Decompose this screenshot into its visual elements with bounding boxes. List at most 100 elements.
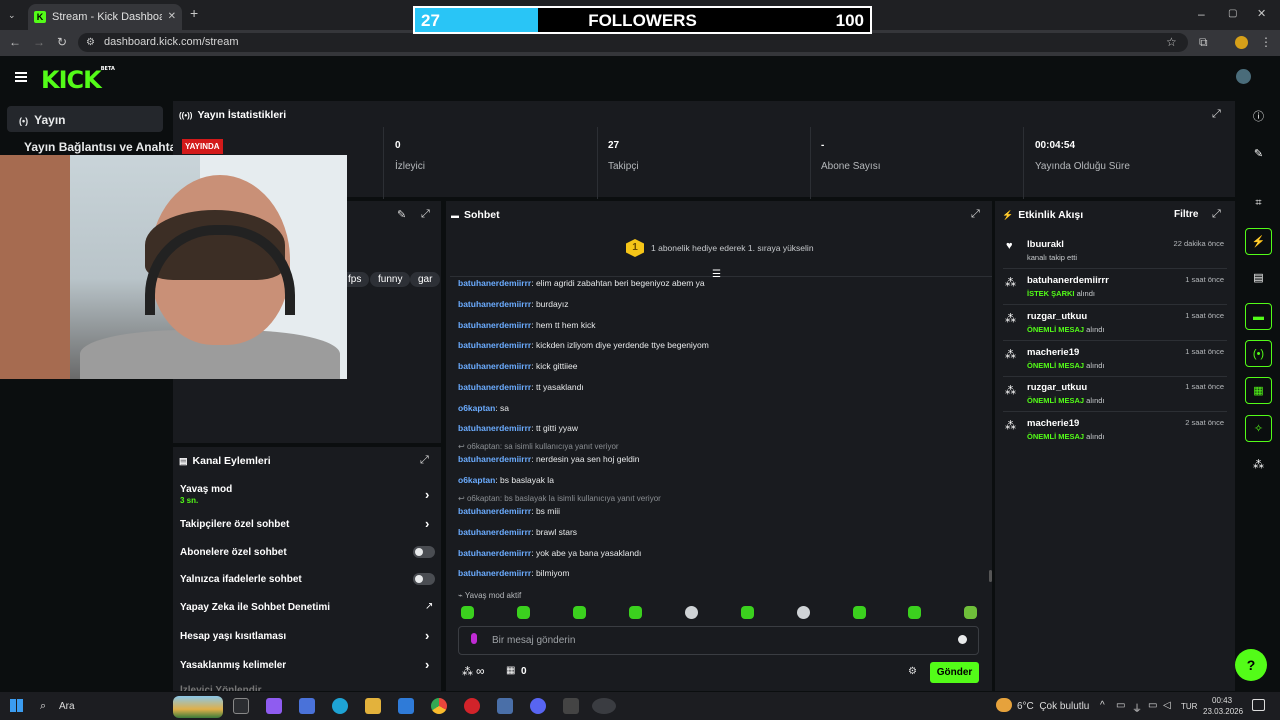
chat-username[interactable]: batuhanerdemiirrr xyxy=(458,506,531,516)
screen-capture-icon[interactable]: ⌗ xyxy=(1245,190,1272,217)
chat-username[interactable]: batuhanerdemiirrr xyxy=(458,382,531,392)
notifications-icon[interactable] xyxy=(1252,699,1265,711)
chat-username[interactable]: batuhanerdemiirrr xyxy=(458,361,531,371)
action-followers-only[interactable]: Takipçilere özel sohbet xyxy=(180,519,289,530)
action-subscribers-only[interactable]: Abonelere özel sohbet xyxy=(180,547,287,558)
edit-pencil-icon[interactable]: ✎ xyxy=(1245,141,1272,168)
usb-icon[interactable]: ⏚ xyxy=(1132,700,1142,715)
sidebar-item-yayin[interactable]: (•) Yayın xyxy=(7,106,163,132)
subscribers-only-toggle[interactable] xyxy=(413,546,435,558)
site-info-icon[interactable]: ⚙ xyxy=(86,37,95,49)
app-icon[interactable] xyxy=(563,698,579,714)
forward-icon[interactable]: → xyxy=(33,36,45,48)
action-slow-mode[interactable]: Yavaş mod xyxy=(180,484,232,495)
tray-chevron-icon[interactable]: ^ xyxy=(1100,700,1105,711)
chat-bubble-icon[interactable]: ▬ xyxy=(1245,303,1272,330)
chat-username[interactable]: o6kaptan xyxy=(458,475,495,485)
event-username[interactable]: macherie19 xyxy=(1027,418,1079,429)
file-explorer-icon[interactable] xyxy=(365,698,381,714)
chat-username[interactable]: batuhanerdemiirrr xyxy=(458,278,531,288)
copilot-icon[interactable] xyxy=(266,698,282,714)
app-icon[interactable] xyxy=(497,698,513,714)
clock-date[interactable]: 23.03.2026 xyxy=(1203,707,1243,716)
chevron-right-icon[interactable]: › xyxy=(425,516,429,531)
emote-only-toggle[interactable] xyxy=(413,573,435,585)
search-icon[interactable]: ⌕ xyxy=(40,700,46,713)
emote-icon[interactable] xyxy=(517,606,530,619)
close-window-icon[interactable]: ✕ xyxy=(1257,8,1266,20)
chat-username[interactable]: batuhanerdemiirrr xyxy=(458,568,531,578)
broadcast-icon[interactable]: (•) xyxy=(1245,340,1272,367)
chat-message-input[interactable]: Bir mesaj gönderin xyxy=(458,626,979,655)
document-icon[interactable]: ▤ xyxy=(1245,265,1272,292)
reload-icon[interactable]: ↻ xyxy=(57,36,67,48)
mic-icon[interactable] xyxy=(471,633,477,644)
chevron-right-icon[interactable]: › xyxy=(425,487,429,502)
info-icon[interactable]: ⓘ xyxy=(1245,104,1272,131)
chat-username[interactable]: batuhanerdemiirrr xyxy=(458,320,531,330)
expand-actions-icon[interactable]: ⤢ xyxy=(420,454,429,467)
action-raid[interactable]: İzleyici Yönlendir xyxy=(180,685,262,691)
chrome-icon[interactable] xyxy=(431,698,447,714)
tab-list-icon[interactable]: ⌄ xyxy=(8,9,16,21)
chat-scroll-toggle-icon[interactable]: ☰ xyxy=(712,269,721,280)
expand-activity-icon[interactable]: ⤢ xyxy=(1212,208,1221,221)
restore-icon[interactable]: ▢ xyxy=(1228,8,1237,20)
chevron-right-icon[interactable]: › xyxy=(425,657,429,672)
wrench-icon[interactable]: ✧ xyxy=(1245,415,1272,442)
gift-icon[interactable]: ▦ xyxy=(506,665,515,676)
expand-stream-info-icon[interactable]: ⤢ xyxy=(421,208,430,221)
event-username[interactable]: ruzgar_utkuu xyxy=(1027,382,1087,393)
filter-button[interactable]: Filtre xyxy=(1174,209,1198,220)
back-icon[interactable]: ← xyxy=(9,36,21,48)
close-tab-icon[interactable]: ✕ xyxy=(168,11,176,23)
emoji-picker-icon[interactable] xyxy=(958,635,967,644)
tray-icon[interactable]: ▭ xyxy=(1116,700,1125,711)
expand-chat-icon[interactable]: ⤢ xyxy=(971,208,980,221)
chat-username[interactable]: batuhanerdemiirrr xyxy=(458,423,531,433)
channel-points-icon[interactable]: ⁂ xyxy=(462,665,473,678)
chat-username[interactable]: batuhanerdemiirrr xyxy=(458,299,531,309)
teams-icon[interactable] xyxy=(299,698,315,714)
volume-icon[interactable]: ◁ xyxy=(1163,700,1171,711)
chat-username[interactable]: batuhanerdemiirrr xyxy=(458,548,531,558)
weather-text[interactable]: 6°C Çok bulutlu xyxy=(1017,701,1089,712)
emote-icon[interactable] xyxy=(964,606,977,619)
profile-avatar[interactable] xyxy=(1235,36,1248,49)
extensions-icon[interactable]: ⧉ xyxy=(1199,36,1208,48)
address-bar[interactable]: dashboard.kick.com/stream xyxy=(78,33,1188,52)
mail-icon[interactable] xyxy=(398,698,414,714)
chat-username[interactable]: batuhanerdemiirrr xyxy=(458,454,531,464)
emote-icon[interactable] xyxy=(853,606,866,619)
lightning-icon[interactable]: ⚡ xyxy=(1245,228,1272,255)
opera-icon[interactable] xyxy=(464,698,480,714)
tag-chip[interactable]: funny xyxy=(370,272,411,287)
emote-icon[interactable] xyxy=(741,606,754,619)
actions-icon[interactable]: ▦ xyxy=(1245,377,1272,404)
action-ai-moderation[interactable]: Yapay Zeka ile Sohbet Denetimi xyxy=(180,602,330,613)
emote-icon[interactable] xyxy=(573,606,586,619)
bookmark-star-icon[interactable]: ☆ xyxy=(1166,36,1177,48)
user-avatar[interactable] xyxy=(1236,69,1251,84)
chat-settings-gear-icon[interactable]: ⚙ xyxy=(908,666,917,677)
browser-tab[interactable]: K Stream - Kick Dashboard ✕ xyxy=(28,4,182,30)
clock-time[interactable]: 00:43 xyxy=(1212,696,1232,705)
chat-username[interactable]: o6kaptan xyxy=(458,403,495,413)
language-indicator[interactable]: TUR xyxy=(1181,702,1197,711)
event-username[interactable]: macherie19 xyxy=(1027,347,1079,358)
event-username[interactable]: lbuurakl xyxy=(1027,239,1064,250)
event-username[interactable]: batuhanerdemiirrr xyxy=(1027,275,1109,286)
send-button[interactable]: Gönder xyxy=(930,662,979,683)
sidebar-item-stream-key[interactable]: Yayın Bağlantısı ve Anahtarı xyxy=(24,140,184,154)
emote-icon[interactable] xyxy=(685,606,698,619)
chat-username[interactable]: batuhanerdemiirrr xyxy=(458,527,531,537)
menu-hamburger-icon[interactable] xyxy=(15,72,27,82)
action-emote-only[interactable]: Yalnızca ifadelerle sohbet xyxy=(180,574,302,585)
obs-icon[interactable] xyxy=(592,698,616,714)
action-banned-words[interactable]: Yasaklanmış kelimeler xyxy=(180,660,286,671)
help-headset-icon[interactable]: ? xyxy=(1235,649,1267,681)
task-view-icon[interactable] xyxy=(233,698,249,714)
network-icon[interactable]: ▭ xyxy=(1148,700,1157,711)
kick-logo[interactable]: KICKBETA xyxy=(41,66,115,94)
edge-icon[interactable] xyxy=(332,698,348,714)
